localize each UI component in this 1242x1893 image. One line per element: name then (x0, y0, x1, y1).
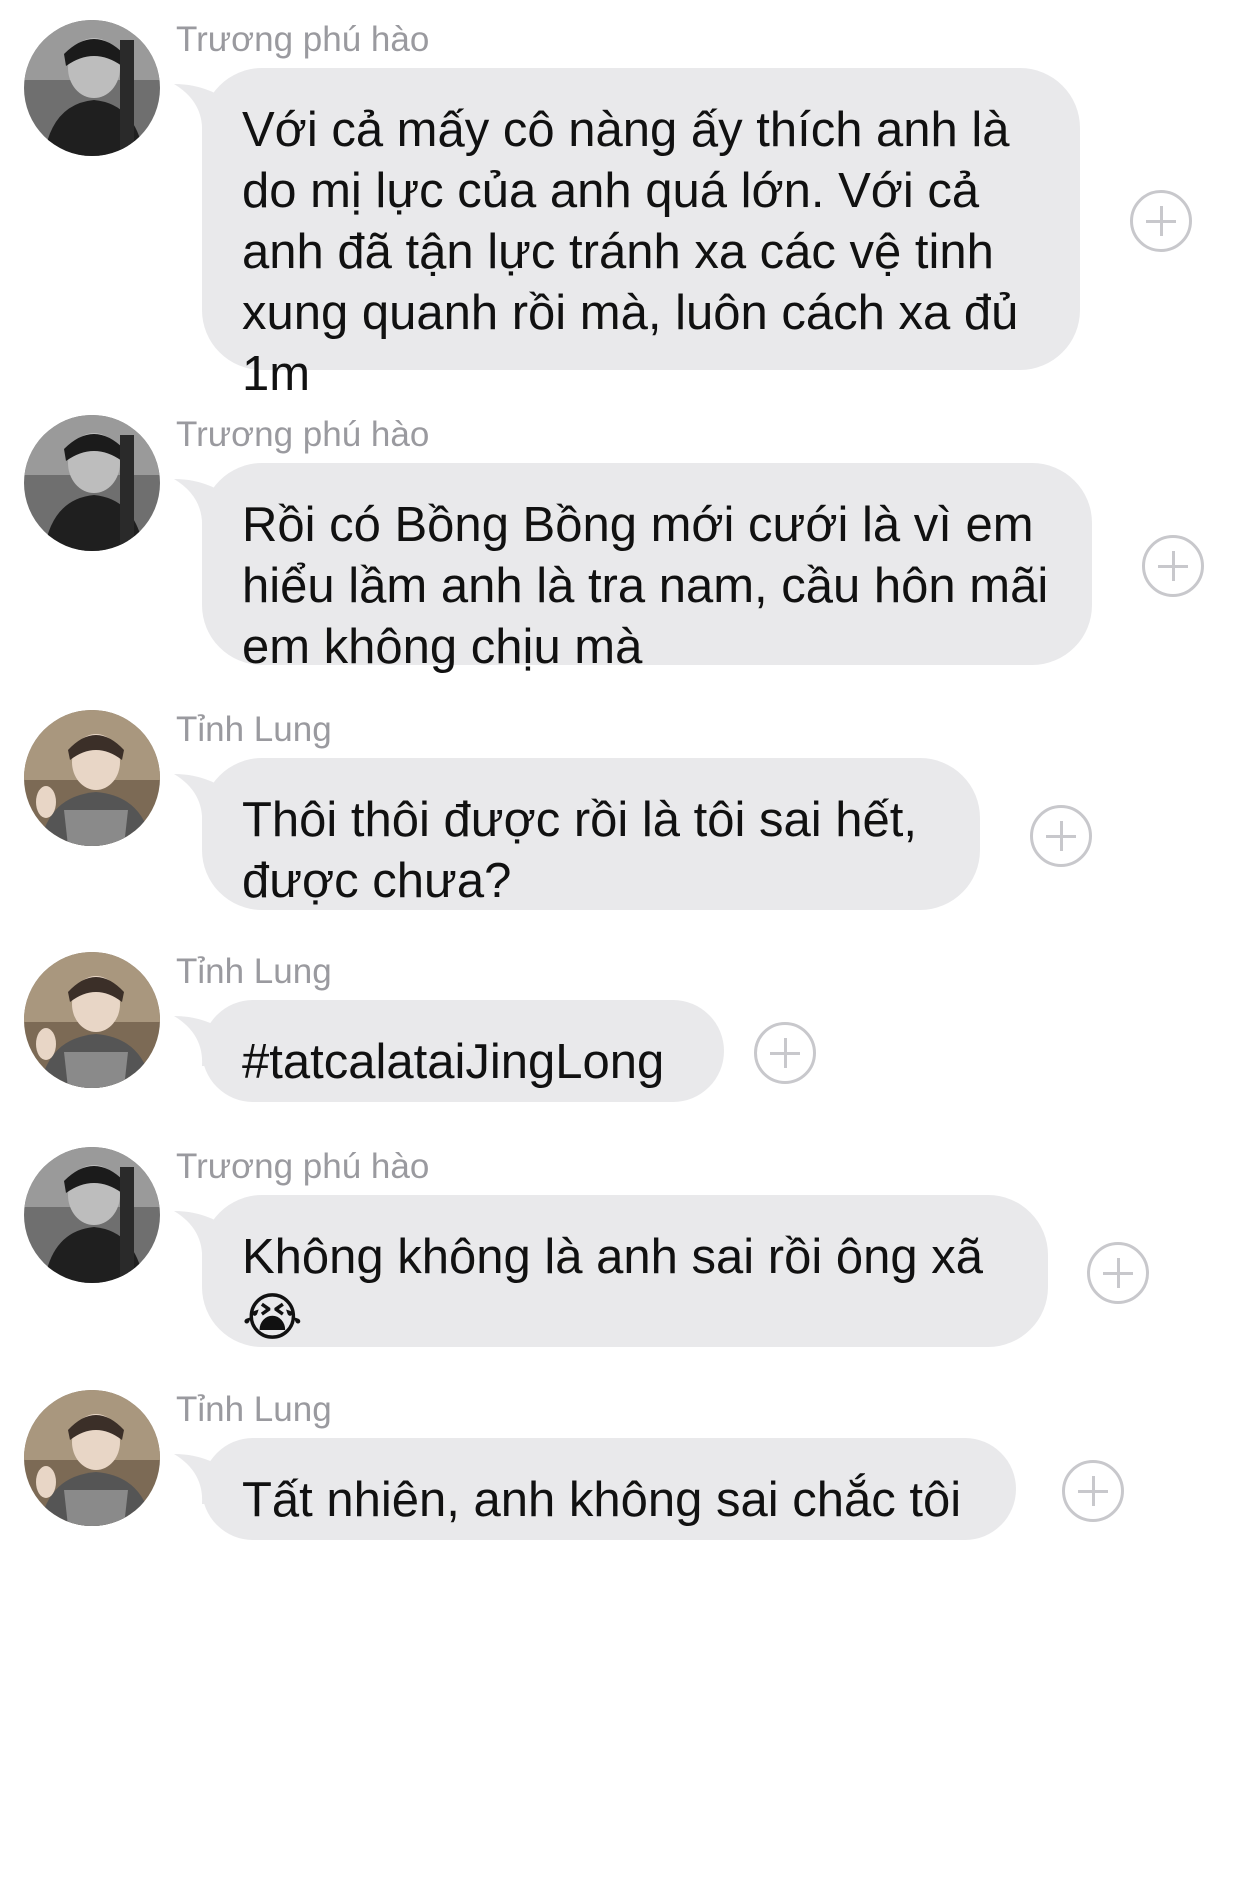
avatar[interactable] (24, 710, 160, 846)
sender-name: Tỉnh Lung (176, 1390, 332, 1429)
sender-name: Trương phú hào (176, 1147, 430, 1186)
add-reaction-button[interactable] (754, 1022, 816, 1084)
sender-name: Trương phú hào (176, 415, 430, 454)
avatar[interactable] (24, 952, 160, 1088)
avatar-image (24, 952, 160, 1088)
message-bubble[interactable]: Không không là anh sai rồi ông xã 😭 (202, 1195, 1048, 1348)
message-bubble[interactable]: Rồi có Bồng Bồng mới cưới là vì em hiểu … (202, 463, 1092, 674)
message-row: Tỉnh Lung Tất nhiên, anh không sai chắc … (0, 1390, 1242, 1540)
avatar-image (24, 710, 160, 846)
avatar-image (24, 1390, 160, 1526)
message-bubble[interactable]: Với cả mấy cô nàng ấy thích anh là do mị… (202, 68, 1080, 401)
add-reaction-button[interactable] (1142, 535, 1204, 597)
message-bubble[interactable]: Thôi thôi được rồi là tôi sai hết, được … (202, 758, 980, 910)
add-reaction-button[interactable] (1030, 805, 1092, 867)
avatar[interactable] (24, 20, 160, 156)
avatar[interactable] (24, 1147, 160, 1283)
add-reaction-button[interactable] (1062, 1460, 1124, 1522)
avatar[interactable] (24, 1390, 160, 1526)
crying-face-emoji: 😭 (242, 1288, 303, 1348)
message-bubble[interactable]: Tất nhiên, anh không sai chắc tôi (202, 1438, 1016, 1540)
message-text: Không không là anh sai rồi ông xã (242, 1230, 983, 1284)
sender-name: Trương phú hào (176, 20, 430, 59)
message-row: Tỉnh Lung Thôi thôi được rồi là tôi sai … (0, 710, 1242, 910)
avatar-image (24, 1147, 160, 1283)
sender-name: Tỉnh Lung (176, 952, 332, 991)
add-reaction-button[interactable] (1087, 1242, 1149, 1304)
message-row: Trương phú hào Không không là anh sai rồ… (0, 1147, 1242, 1348)
avatar[interactable] (24, 415, 160, 551)
sender-name: Tỉnh Lung (176, 710, 332, 749)
add-reaction-button[interactable] (1130, 190, 1192, 252)
message-bubble[interactable]: #tatcalataiJingLong (202, 1000, 724, 1102)
message-row: Trương phú hào Với cả mấy cô nàng ấy thí… (0, 20, 1242, 401)
message-row: Trương phú hào Rồi có Bồng Bồng mới cưới… (0, 415, 1242, 674)
message-row: Tỉnh Lung #tatcalataiJingLong (0, 952, 1242, 1102)
avatar-image (24, 20, 160, 156)
avatar-image (24, 415, 160, 551)
